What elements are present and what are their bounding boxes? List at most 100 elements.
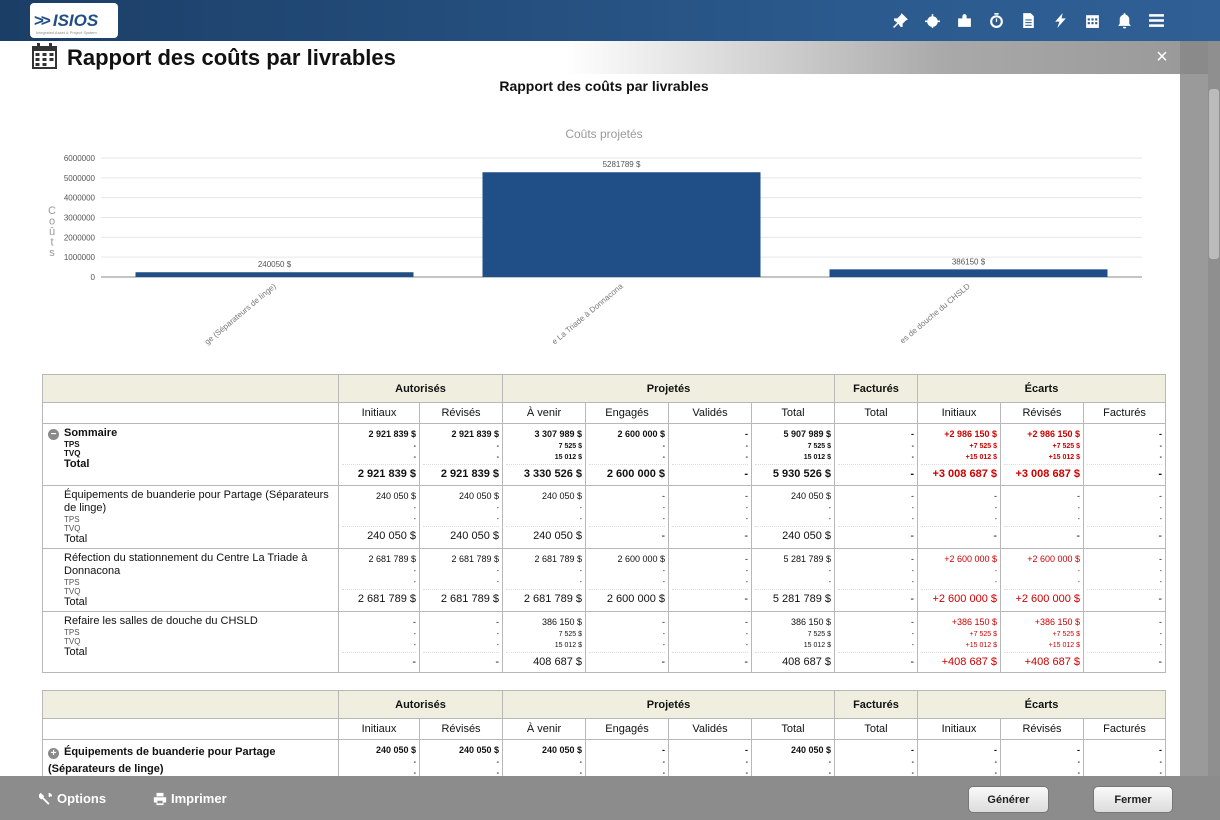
pin-icon[interactable] [884, 9, 916, 31]
column-header: Initiaux [338, 402, 420, 424]
table-cell: - - - - [668, 548, 752, 612]
cell-total: - [1004, 526, 1080, 544]
table-cell: +386 150 $ +7 525 $ +15 012 $ +408 687 $ [917, 611, 1001, 673]
cell-tvq: - [413, 579, 416, 586]
cell-value: - [662, 491, 665, 501]
table-cell: - - - - [834, 548, 918, 612]
header-factures: Facturés [834, 690, 918, 719]
cell-tps: - [911, 443, 914, 450]
cell-tvq: - [911, 454, 914, 461]
cell-value: - [413, 617, 416, 627]
puzzle-icon[interactable] [948, 9, 980, 31]
cell-total: 240 050 $ [342, 526, 416, 544]
cell-tvq: - [1159, 516, 1162, 523]
table-row: + Équipements de buanderie pour Partage (… [42, 739, 1166, 776]
table-cell: - - - [1083, 739, 1166, 776]
cell-tvq: - [496, 516, 499, 523]
cell-total: - [838, 589, 914, 607]
table-cell: - - - - [834, 423, 918, 486]
table-cell: 2 921 839 $ - - 2 921 839 $ [338, 423, 420, 486]
cell-tps: - [1159, 568, 1162, 575]
cell-tvq: 15 012 $ [803, 454, 831, 461]
cell-value: 2 681 789 $ [451, 554, 499, 564]
table-row: Équipements de buanderie pour Partage (S… [42, 485, 1166, 549]
isios-logo[interactable]: >> ISIOS Integrated Asset & Project Syst… [30, 3, 118, 38]
header-ecarts: Écarts [917, 690, 1166, 719]
cell-tvq: +15 012 $ [965, 642, 997, 649]
cell-value: - [745, 491, 748, 501]
cell-total: - [672, 589, 748, 607]
print-button[interactable]: Imprimer [153, 791, 227, 806]
cell-total: - [1087, 464, 1162, 482]
collapse-icon[interactable]: − [48, 429, 59, 440]
cell-tps: - [496, 568, 499, 575]
cell-value: - [994, 491, 997, 501]
cell-tps: - [662, 759, 665, 766]
cell-tvq: - [496, 770, 499, 776]
cell-total: - [838, 464, 914, 482]
cell-total: 2 681 789 $ [423, 589, 499, 607]
cell-value: 2 921 839 $ [368, 429, 416, 439]
column-header: Révisés [1000, 718, 1084, 740]
cell-tps: - [745, 443, 748, 450]
row-label: Équipements de buanderie pour Partage (S… [42, 485, 339, 549]
cell-tvq: - [745, 642, 748, 649]
generate-button[interactable]: Générer [968, 786, 1049, 813]
cell-tvq: - [911, 770, 914, 776]
subheader-empty [42, 718, 339, 740]
header-empty [42, 690, 339, 719]
cell-tvq: - [496, 642, 499, 649]
cell-tvq: - [662, 770, 665, 776]
column-header: Engagés [585, 718, 669, 740]
table-cell: - - - [917, 739, 1001, 776]
header-projetes: Projetés [502, 690, 835, 719]
cell-tps: - [828, 505, 831, 512]
cell-tps: - [579, 505, 582, 512]
cell-total: - [423, 652, 499, 670]
table-cell: - - - - [668, 423, 752, 486]
document-icon[interactable] [1012, 9, 1044, 31]
cell-value: 240 050 $ [790, 491, 831, 501]
column-header: Total [834, 718, 918, 740]
cell-tps: - [994, 568, 997, 575]
cell-value: 386 150 $ [790, 617, 831, 627]
table-cell: - - - [668, 739, 752, 776]
options-button[interactable]: Options [39, 791, 106, 806]
bug-icon[interactable] [916, 9, 948, 31]
cell-value: 240 050 $ [790, 745, 831, 755]
calendar-icon[interactable] [1076, 9, 1108, 31]
header-empty [42, 374, 339, 403]
cell-total: - [589, 652, 665, 670]
vertical-scrollbar[interactable] [1208, 41, 1220, 776]
cell-total: 2 681 789 $ [342, 589, 416, 607]
table-cell: 5 907 989 $ 7 525 $ 15 012 $ 5 930 526 $ [751, 423, 835, 486]
cell-tps: - [911, 759, 914, 766]
page-title: Rapport des coûts par livrables [67, 45, 396, 70]
cell-value: 3 307 989 $ [534, 429, 582, 439]
cell-total: 408 687 $ [755, 652, 831, 670]
close-icon[interactable]: × [1152, 47, 1172, 67]
cell-total: 2 600 000 $ [589, 589, 665, 607]
cell-value: 5 907 989 $ [783, 429, 831, 439]
expand-icon[interactable]: + [48, 748, 59, 759]
bell-icon[interactable] [1108, 9, 1140, 31]
cell-tps: +7 525 $ [969, 631, 997, 638]
close-button[interactable]: Fermer [1093, 786, 1173, 813]
x-tick-label: e La Triade à Donnacona [550, 281, 625, 346]
stopwatch-icon[interactable] [980, 9, 1012, 31]
column-header: Révisés [419, 402, 503, 424]
bar-2 [482, 172, 761, 277]
scrollbar-thumb[interactable] [1209, 89, 1219, 259]
cell-tps: - [579, 568, 582, 575]
row-label: + Équipements de buanderie pour Partage (… [42, 739, 339, 776]
options-label: Options [57, 791, 107, 806]
cell-tvq: 15 012 $ [803, 642, 831, 649]
cell-total: - [1087, 652, 1162, 670]
cell-tvq: - [994, 516, 997, 523]
row-sub-label: TPS [64, 628, 80, 637]
header-ecarts: Écarts [917, 374, 1166, 403]
hamburger-menu-icon[interactable] [1140, 9, 1172, 31]
lightning-icon[interactable] [1044, 9, 1076, 31]
cell-value: 2 681 789 $ [534, 554, 582, 564]
cell-tps: - [413, 631, 416, 638]
